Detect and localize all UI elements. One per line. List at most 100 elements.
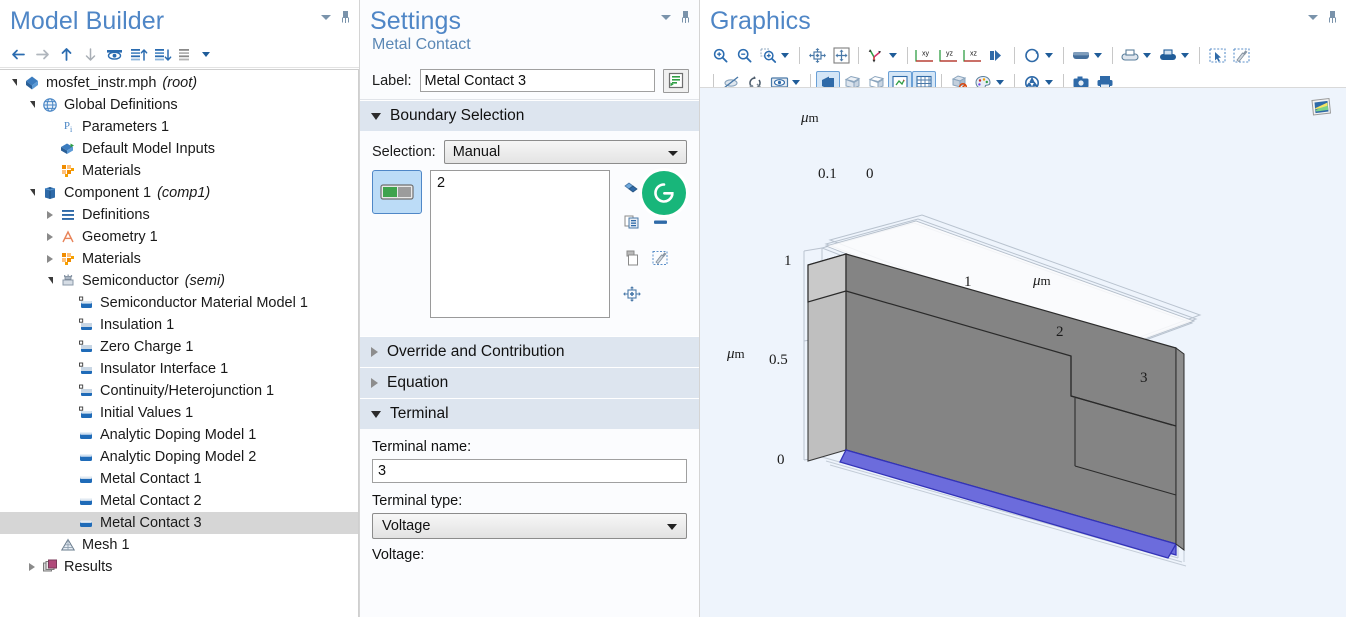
chevron-down-icon[interactable] (24, 103, 40, 108)
copy-selection-icon[interactable] (618, 246, 646, 270)
graphics-canvas[interactable]: μm 0.1 0 μm 1 0.5 0 μm 1 2 3 (700, 87, 1346, 617)
toolbar-dropdown-caret[interactable] (202, 52, 210, 57)
zoom-dropdown-caret[interactable] (781, 53, 789, 58)
model-builder-header-controls (321, 11, 351, 23)
click-and-hide-icon[interactable] (985, 44, 1009, 67)
zoom-in-icon[interactable] (708, 44, 732, 67)
results-icon (40, 559, 60, 575)
tree-item-materials[interactable]: Materials (0, 248, 358, 270)
tree-item-zero-charge-1[interactable]: Zero Charge 1 (0, 336, 358, 358)
active-selection-toggle-icon[interactable] (372, 170, 422, 214)
section-equation[interactable]: Equation (360, 367, 699, 398)
back-icon[interactable] (7, 44, 29, 66)
chevron-right-icon[interactable] (42, 211, 58, 219)
tree-item-continuity-heterojunction-1[interactable]: Continuity/Heterojunction 1 (0, 380, 358, 402)
tree-item-mesh-1[interactable]: Mesh 1 (0, 534, 358, 556)
metal-contact-icon (76, 493, 96, 509)
scene-caret[interactable] (1045, 80, 1053, 85)
go-to-xz-view-icon[interactable]: xz (961, 44, 985, 67)
image-snapshot-icon[interactable] (1156, 44, 1180, 67)
tree-item-materials[interactable]: Materials (0, 160, 358, 182)
tree-item-insulator-interface-1[interactable]: Insulator Interface 1 (0, 358, 358, 380)
tree-item-mosfet-instr-mph[interactable]: mosfet_instr.mph(root) (0, 72, 358, 94)
chevron-down-icon[interactable] (6, 81, 22, 86)
tree-item-results[interactable]: Results (0, 556, 358, 578)
tree-item-analytic-doping-model-1[interactable]: Analytic Doping Model 1 (0, 424, 358, 446)
section-terminal-label: Terminal (390, 405, 449, 423)
chevron-right-icon[interactable] (42, 255, 58, 263)
tree-item-metal-contact-2[interactable]: Metal Contact 2 (0, 490, 358, 512)
pin-icon[interactable] (1327, 11, 1338, 23)
zoom-extents-icon[interactable] (805, 44, 829, 67)
clear-selection-icon[interactable] (1229, 44, 1253, 67)
chevron-down-icon[interactable] (42, 279, 58, 284)
print-preview-icon[interactable] (1118, 44, 1142, 67)
chevron-down-icon[interactable] (321, 15, 331, 20)
show-hide-icon[interactable] (103, 44, 125, 66)
tree-item-analytic-doping-model-2[interactable]: Analytic Doping Model 2 (0, 446, 358, 468)
tree-item-metal-contact-1[interactable]: Metal Contact 1 (0, 468, 358, 490)
rename-icon[interactable] (663, 69, 689, 93)
color-caret[interactable] (996, 80, 1004, 85)
pin-icon[interactable] (340, 11, 351, 23)
selection-type-dropdown[interactable]: Manual (444, 140, 687, 164)
forward-icon[interactable] (31, 44, 53, 66)
tree-item-global-definitions[interactable]: Global Definitions (0, 94, 358, 116)
move-up-icon[interactable] (55, 44, 77, 66)
move-selection-icon[interactable] (618, 282, 646, 306)
chevron-down-icon[interactable] (661, 15, 671, 20)
image-caret[interactable] (1181, 53, 1189, 58)
chevron-down-icon[interactable] (24, 191, 40, 196)
transparency-icon[interactable] (1020, 44, 1044, 67)
collapse-all-icon[interactable] (127, 44, 149, 66)
model-tree[interactable]: mosfet_instr.mph(root)Global Definitions… (0, 69, 359, 617)
tree-item-insulation-1[interactable]: Insulation 1 (0, 314, 358, 336)
svg-text:xy: xy (922, 50, 930, 57)
chevron-down-icon[interactable] (1308, 15, 1318, 20)
paste-selection-icon[interactable] (618, 210, 646, 234)
scene-light-icon[interactable] (1069, 44, 1093, 67)
separator (799, 47, 800, 64)
move-down-icon[interactable] (79, 44, 101, 66)
select-box-icon[interactable] (1205, 44, 1229, 67)
label-input[interactable] (420, 69, 655, 92)
selection-list[interactable]: 2 (430, 170, 610, 318)
tree-item-component-1[interactable]: Component 1(comp1) (0, 182, 358, 204)
transparency-caret[interactable] (1045, 53, 1053, 58)
zoom-box-icon[interactable] (756, 44, 780, 67)
tree-item-parameters-1[interactable]: PiParameters 1 (0, 116, 358, 138)
tree-item-definitions[interactable]: Definitions (0, 204, 358, 226)
tree-item-geometry-1[interactable]: Geometry 1 (0, 226, 358, 248)
zoom-out-icon[interactable] (732, 44, 756, 67)
tree-item-label: Results (60, 559, 112, 575)
list-options-icon[interactable] (175, 44, 197, 66)
chevron-right-icon[interactable] (24, 563, 40, 571)
pin-icon[interactable] (680, 11, 691, 23)
tree-item-default-model-inputs[interactable]: Default Model Inputs (0, 138, 358, 160)
go-to-yz-view-icon[interactable]: yz (937, 44, 961, 67)
section-terminal[interactable]: Terminal (360, 398, 699, 429)
clear-selection-icon[interactable] (646, 246, 674, 270)
tree-item-semiconductor[interactable]: Semiconductor(semi) (0, 270, 358, 292)
terminal-type-dropdown[interactable]: Voltage (372, 513, 687, 539)
view-dropdown-caret[interactable] (889, 53, 897, 58)
expand-all-icon[interactable] (151, 44, 173, 66)
zoom-to-selection-icon[interactable] (829, 44, 853, 67)
view-hidden-caret[interactable] (792, 80, 800, 85)
model-3d-view[interactable] (700, 88, 1346, 617)
grammarly-g-icon[interactable] (642, 171, 686, 215)
graphics-thumbnail-icon[interactable] (1310, 96, 1332, 123)
settings-title: Settings (370, 0, 461, 42)
tree-item-metal-contact-3[interactable]: Metal Contact 3 (0, 512, 358, 534)
go-to-default-view-icon[interactable] (864, 44, 888, 67)
section-boundary-selection[interactable]: Boundary Selection (360, 100, 699, 131)
terminal-name-input[interactable] (372, 459, 687, 483)
tree-item-initial-values-1[interactable]: Initial Values 1 (0, 402, 358, 424)
section-override-contribution[interactable]: Override and Contribution (360, 336, 699, 367)
scene-light-caret[interactable] (1094, 53, 1102, 58)
print-caret[interactable] (1143, 53, 1151, 58)
go-to-xy-view-icon[interactable]: xy (913, 44, 937, 67)
tree-item-semiconductor-material-model-1[interactable]: Semiconductor Material Model 1 (0, 292, 358, 314)
chevron-right-icon[interactable] (42, 233, 58, 241)
list-item[interactable]: 2 (437, 175, 603, 191)
